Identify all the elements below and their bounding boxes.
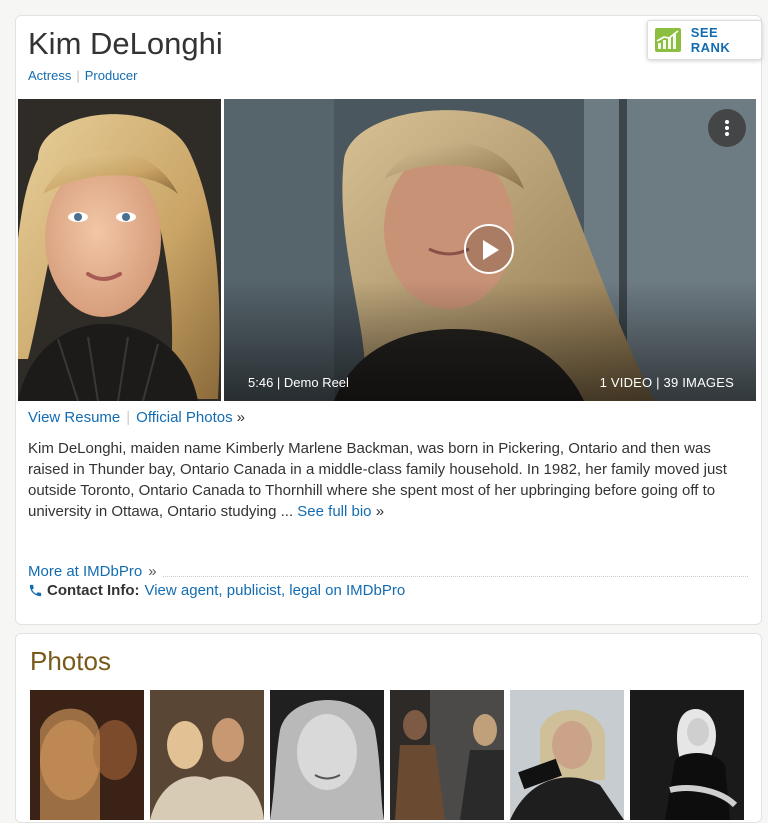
contact-info-label: Contact Info:	[47, 582, 140, 599]
raquo-icon: »	[375, 503, 385, 520]
official-photos-link[interactable]: Official Photos	[136, 409, 232, 426]
photo-thumbnail[interactable]	[390, 690, 504, 820]
view-resume-link[interactable]: View Resume	[28, 409, 120, 426]
photo-thumbnail[interactable]	[630, 690, 744, 820]
profile-name: Kim DeLonghi	[28, 26, 223, 61]
profile-card: Kim DeLonghi Actress | Producer SEE RANK	[15, 15, 762, 625]
demo-reel-video[interactable]: 5:46 | Demo Reel 1 VIDEO | 39 IMAGES	[224, 99, 756, 401]
photos-heading: Photos	[30, 646, 111, 676]
media-count[interactable]: 1 VIDEO | 39 IMAGES	[600, 375, 734, 390]
role-producer[interactable]: Producer	[85, 68, 138, 83]
role-actress[interactable]: Actress	[28, 68, 71, 83]
profile-photo[interactable]	[18, 99, 221, 401]
raquo-icon: »	[236, 409, 245, 426]
photo-thumbnail[interactable]	[30, 690, 144, 820]
video-options-button[interactable]	[708, 109, 746, 147]
video-caption: 5:46 | Demo Reel	[248, 375, 349, 390]
phone-icon	[29, 584, 42, 597]
raquo-icon: »	[148, 562, 157, 580]
imdbpro-more-row: More at IMDbPro »	[28, 561, 748, 581]
photo-thumbnail[interactable]	[510, 690, 624, 820]
media-strip: 5:46 | Demo Reel 1 VIDEO | 39 IMAGES	[18, 99, 756, 401]
see-rank-label: SEE RANK	[690, 25, 731, 55]
bio-text: Kim DeLonghi, maiden name Kimberly Marle…	[28, 438, 748, 522]
contact-info-link[interactable]: View agent, publicist, legal on IMDbPro	[144, 582, 405, 599]
contact-info-row: Contact Info: View agent, publicist, leg…	[28, 582, 405, 599]
profile-links: View Resume | Official Photos»	[28, 409, 245, 426]
link-divider: |	[126, 409, 131, 426]
rank-chart-icon	[655, 28, 681, 52]
photos-card: Photos	[15, 633, 762, 823]
play-button[interactable]	[464, 224, 514, 274]
more-vertical-icon	[725, 120, 729, 136]
photo-thumbnail[interactable]	[270, 690, 384, 820]
dotted-divider	[162, 566, 748, 577]
see-full-bio-link[interactable]: See full bio	[297, 503, 371, 520]
profile-roles: Actress | Producer	[28, 68, 137, 83]
play-icon	[483, 240, 499, 260]
role-divider: |	[76, 68, 80, 83]
see-rank-button[interactable]: SEE RANK	[647, 20, 762, 60]
photo-thumbnail[interactable]	[150, 690, 264, 820]
more-at-imdbpro-link[interactable]: More at IMDbPro	[28, 563, 142, 580]
